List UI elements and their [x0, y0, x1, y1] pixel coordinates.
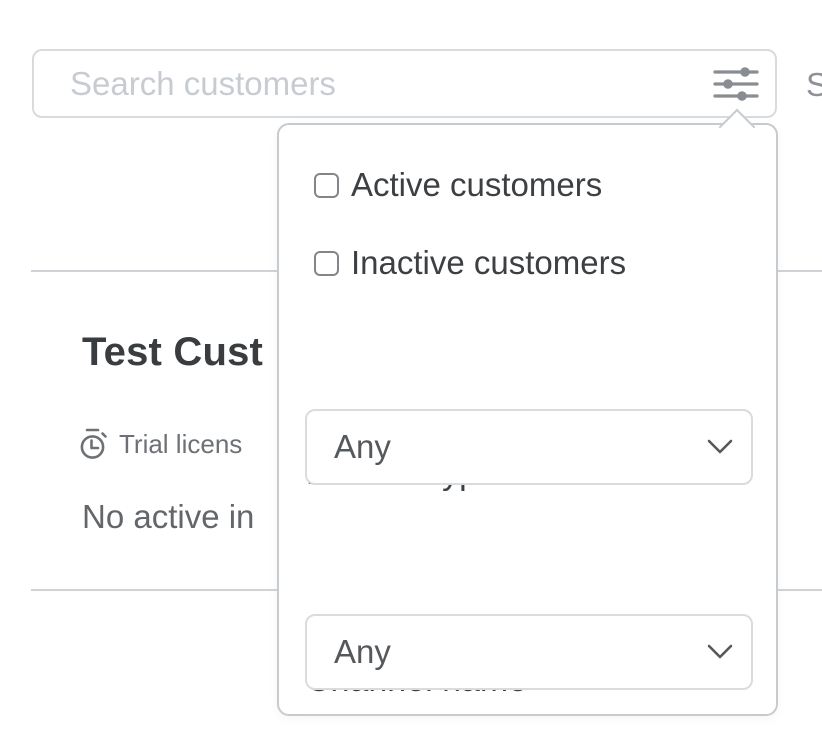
filter-toggle-button[interactable]	[713, 65, 759, 103]
license-type-select-value: Any	[334, 428, 391, 466]
search-input[interactable]: Search customers	[32, 49, 777, 118]
customer-name-heading: Test Cust	[82, 330, 263, 375]
active-customers-checkbox-row[interactable]: Active customers	[314, 166, 602, 204]
chevron-down-icon	[707, 644, 733, 660]
cut-off-right-label: S	[806, 66, 822, 104]
timer-icon	[78, 427, 109, 461]
license-type-text: Trial licens	[119, 429, 242, 460]
sliders-icon	[713, 66, 759, 102]
active-customers-label: Active customers	[351, 166, 602, 204]
customer-status-text: No active in	[82, 498, 254, 536]
license-type-select[interactable]: Any	[305, 409, 753, 485]
search-placeholder: Search customers	[70, 65, 336, 103]
channel-name-select[interactable]: Any	[305, 614, 753, 690]
inactive-customers-label: Inactive customers	[351, 244, 626, 282]
channel-name-select-value: Any	[334, 633, 391, 671]
chevron-down-icon	[707, 439, 733, 455]
inactive-customers-checkbox[interactable]	[314, 251, 339, 276]
license-info-row: Trial licens	[78, 427, 242, 461]
active-customers-checkbox[interactable]	[314, 173, 339, 198]
inactive-customers-checkbox-row[interactable]: Inactive customers	[314, 244, 626, 282]
customers-page: Test Cust Trial licens No active in Sear…	[0, 0, 822, 756]
filter-dropdown-panel: Active customers Inactive customers Lice…	[277, 123, 778, 716]
